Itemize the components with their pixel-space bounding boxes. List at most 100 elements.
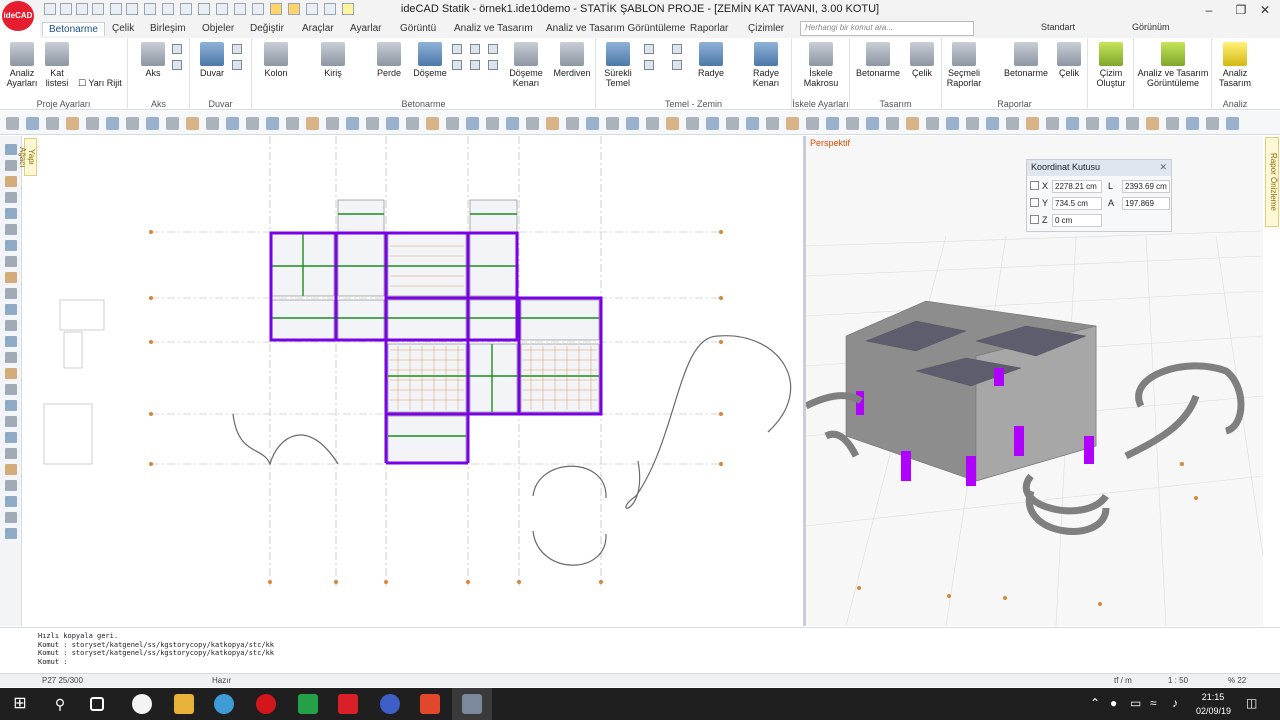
side-tool-icon[interactable]	[5, 496, 17, 507]
rapor-celik-button[interactable]: Çelik	[1054, 42, 1084, 78]
tab-degistir[interactable]: Değiştir	[244, 22, 290, 35]
toolbar-tool-icon[interactable]	[6, 117, 19, 130]
tab-analiz-tasarim[interactable]: Analiz ve Tasarım	[448, 22, 539, 35]
system-clock[interactable]: 21:15 02/09/19	[1196, 690, 1231, 718]
toolbar-tool-icon[interactable]	[1106, 117, 1119, 130]
toolbar-tool-icon[interactable]	[186, 117, 199, 130]
slab-tool-icon[interactable]	[488, 44, 498, 54]
toolbar-tool-icon[interactable]	[486, 117, 499, 130]
toolbar-tool-icon[interactable]	[1206, 117, 1219, 130]
toolbar-tool-icon[interactable]	[426, 117, 439, 130]
toolbar-tool-icon[interactable]	[706, 117, 719, 130]
toolbar-tool-icon[interactable]	[1186, 117, 1199, 130]
toolbar-tool-icon[interactable]	[866, 117, 879, 130]
plan-view[interactable]	[38, 136, 803, 626]
close-icon[interactable]: ✕	[1159, 162, 1167, 173]
tasarim-betonarme-button[interactable]: Betonarme	[854, 42, 902, 78]
toolbar-tool-icon[interactable]	[226, 117, 239, 130]
toolbar-tool-icon[interactable]	[246, 117, 259, 130]
side-tool-icon[interactable]	[5, 336, 17, 347]
toolbar-tool-icon[interactable]	[1046, 117, 1059, 130]
tab-betonarme[interactable]: Betonarme	[42, 22, 105, 36]
z-lock-checkbox[interactable]	[1030, 215, 1039, 225]
chrome-icon[interactable]	[214, 694, 234, 714]
toolbar-tool-icon[interactable]	[1086, 117, 1099, 130]
microphone-icon[interactable]: ●	[1110, 696, 1117, 710]
tab-analiz-tasarim-goruntuleme[interactable]: Analiz ve Tasarım Görüntüleme	[540, 22, 691, 35]
duvar-button[interactable]: Duvar	[196, 42, 228, 78]
l-field[interactable]: 2393.69 cm	[1122, 180, 1170, 193]
toolbar-tool-icon[interactable]	[566, 117, 579, 130]
toolbar-tool-icon[interactable]	[26, 117, 39, 130]
x-field[interactable]: 2278.21 cm	[1052, 180, 1102, 193]
wall-tool-icon[interactable]	[232, 44, 242, 54]
status-zoom[interactable]: % 22	[1228, 676, 1246, 685]
yari-rijit-checkbox[interactable]: ☐ Yarı Rijit	[78, 78, 126, 89]
tab-objeler[interactable]: Objeler	[196, 22, 240, 35]
opera-icon[interactable]	[256, 694, 276, 714]
recorder-icon[interactable]	[420, 694, 440, 714]
command-input[interactable]: Komut :	[38, 658, 1242, 667]
idecad-icon[interactable]	[462, 694, 482, 714]
side-tool-icon[interactable]	[5, 384, 17, 395]
toolbar-tool-icon[interactable]	[366, 117, 379, 130]
toolbar-tool-icon[interactable]	[1166, 117, 1179, 130]
tab-celik[interactable]: Çelik	[106, 22, 140, 35]
radye-kenari-button[interactable]: Radye Kenarı	[746, 42, 786, 88]
toolbar-tool-icon[interactable]	[466, 117, 479, 130]
aks-tool-icon[interactable]	[172, 44, 182, 54]
toolbar-tool-icon[interactable]	[966, 117, 979, 130]
toolbar-tool-icon[interactable]	[286, 117, 299, 130]
status-units[interactable]: tf / m	[1114, 676, 1132, 685]
toolbar-tool-icon[interactable]	[146, 117, 159, 130]
tab-raporlar[interactable]: Raporlar	[684, 22, 734, 35]
perde-button[interactable]: Perde	[372, 42, 406, 78]
wifi-icon[interactable]: ≈	[1150, 696, 1157, 710]
toolbar-tool-icon[interactable]	[346, 117, 359, 130]
y-lock-checkbox[interactable]	[1030, 198, 1039, 208]
kat-listesi-button[interactable]: Kat listesi	[40, 42, 74, 88]
toolbar-tool-icon[interactable]	[266, 117, 279, 130]
doseme-button[interactable]: Döşeme	[412, 42, 448, 78]
toolbar-tool-icon[interactable]	[526, 117, 539, 130]
toolbar-tool-icon[interactable]	[386, 117, 399, 130]
side-tool-icon[interactable]	[5, 432, 17, 443]
x-lock-checkbox[interactable]	[1030, 181, 1039, 191]
side-tool-icon[interactable]	[5, 448, 17, 459]
toolbar-tool-icon[interactable]	[106, 117, 119, 130]
toolbar-tool-icon[interactable]	[406, 117, 419, 130]
toolbar-tool-icon[interactable]	[786, 117, 799, 130]
analiz-goruntuleme-button[interactable]: Analiz ve Tasarım Görüntüleme	[1136, 42, 1210, 88]
surekli-temel-button[interactable]: Sürekli Temel	[598, 42, 638, 88]
footing-tool-icon[interactable]	[672, 60, 682, 70]
radye-button[interactable]: Radye	[694, 42, 728, 78]
toolbar-tool-icon[interactable]	[46, 117, 59, 130]
windows-start-icon[interactable]: ⊞	[10, 694, 30, 714]
command-log[interactable]: Hızlı kopyala geri. Komut : storyset/kat…	[0, 627, 1280, 673]
side-tool-icon[interactable]	[5, 240, 17, 251]
battery-icon[interactable]: ▭	[1130, 696, 1141, 710]
toolbar-tool-icon[interactable]	[806, 117, 819, 130]
cizim-olustur-button[interactable]: Çizim Oluştur	[1090, 42, 1132, 88]
side-tool-icon[interactable]	[5, 352, 17, 363]
side-tool-icon[interactable]	[5, 256, 17, 267]
toolbar-tool-icon[interactable]	[646, 117, 659, 130]
side-tool-icon[interactable]	[5, 304, 17, 315]
toolbar-tool-icon[interactable]	[766, 117, 779, 130]
toolbar-tool-icon[interactable]	[886, 117, 899, 130]
plan-drawing[interactable]	[38, 136, 803, 626]
toolbar-tool-icon[interactable]	[1126, 117, 1139, 130]
tasarim-celik-button[interactable]: Çelik	[906, 42, 938, 78]
toolbar-tool-icon[interactable]	[626, 117, 639, 130]
view-menu[interactable]: Görünüm	[1132, 22, 1170, 32]
z-field[interactable]: 0 cm	[1052, 214, 1102, 227]
toolbar-tool-icon[interactable]	[166, 117, 179, 130]
merdiven-button[interactable]: Merdiven	[550, 42, 594, 78]
toolbar-tool-icon[interactable]	[666, 117, 679, 130]
toolbar-tool-icon[interactable]	[66, 117, 79, 130]
side-tool-icon[interactable]	[5, 192, 17, 203]
y-field[interactable]: 734.5 cm	[1052, 197, 1102, 210]
toolbar-tool-icon[interactable]	[826, 117, 839, 130]
kiris-button[interactable]: Kiriş	[316, 42, 350, 78]
toolbar-tool-icon[interactable]	[726, 117, 739, 130]
